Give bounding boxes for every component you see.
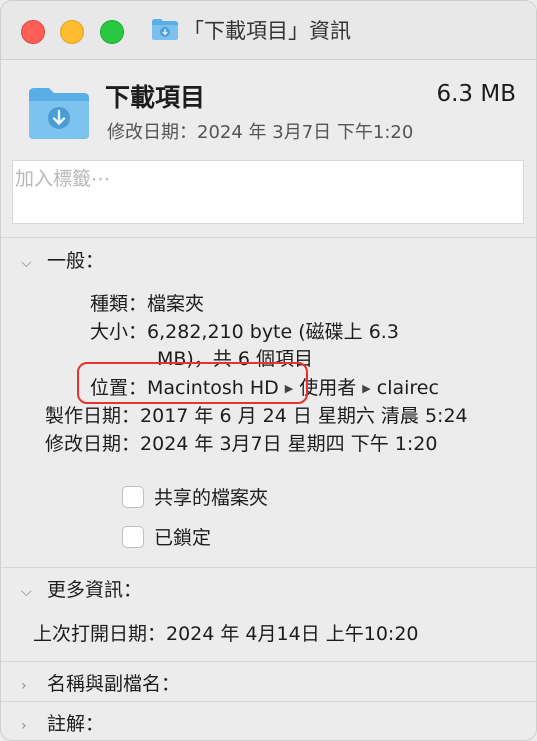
info-window: 「下載項目」資訊 下載項目 6.3 MB 修改日期：2024 年 3月7日 下午… bbox=[0, 0, 537, 741]
item-modified-date: 修改日期：2024 年 3月7日 下午1:20 bbox=[107, 122, 414, 143]
downloads-folder-icon bbox=[152, 19, 178, 40]
chevron-down-icon: ⌵ bbox=[21, 255, 32, 271]
locked-label: 已鎖定 bbox=[154, 527, 212, 549]
general-section-toggle[interactable]: ⌵ 一般： bbox=[21, 246, 104, 273]
kind-value: 檔案夾 bbox=[147, 293, 205, 315]
locked-checkbox[interactable] bbox=[122, 525, 144, 548]
modified-row: 修改日期：2024 年 3月7日 星期四 下午 1:20 bbox=[45, 429, 437, 456]
window-title: 「下載項目」資訊 bbox=[183, 19, 351, 43]
section-divider bbox=[1, 701, 536, 702]
kind-label: 種類： bbox=[90, 293, 148, 315]
modified-label: 修改日期： bbox=[45, 433, 141, 455]
downloads-folder-large-icon bbox=[29, 88, 89, 139]
section-divider bbox=[1, 661, 536, 662]
last-opened-row: 上次打開日期：2024 年 4月14日 上午10:20 bbox=[33, 623, 419, 645]
item-name: 下載項目 bbox=[105, 83, 206, 112]
chevron-right-icon: › bbox=[21, 678, 27, 694]
size-label: 大小： bbox=[90, 321, 148, 343]
more-info-section-toggle[interactable]: ⌵ 更多資訊： bbox=[21, 575, 142, 602]
tags-input[interactable]: 加入標籤⋯ bbox=[12, 160, 524, 224]
kind-row: 種類：檔案夾 bbox=[90, 289, 204, 316]
chevron-right-icon: › bbox=[21, 718, 27, 734]
path-arrow-icon: ▶ bbox=[362, 382, 371, 395]
locked-option[interactable]: 已鎖定 bbox=[122, 523, 211, 550]
title-bar: 「下載項目」資訊 bbox=[1, 1, 536, 60]
location-highlight bbox=[77, 362, 308, 404]
close-button[interactable] bbox=[21, 20, 45, 44]
size-row: 大小：6,282,210 byte (磁碟上 6.3 bbox=[90, 317, 399, 344]
minimize-button[interactable] bbox=[60, 20, 84, 44]
name-extension-heading: 名稱與副檔名： bbox=[47, 673, 181, 695]
item-size: 6.3 MB bbox=[436, 81, 516, 107]
comments-section-toggle[interactable]: › 註解： bbox=[21, 709, 104, 736]
shared-folder-checkbox[interactable] bbox=[122, 485, 144, 508]
path-item-home[interactable]: clairec bbox=[377, 377, 439, 399]
shared-folder-option[interactable]: 共享的檔案夾 bbox=[122, 483, 268, 510]
created-row: 製作日期：2017 年 6 月 24 日 星期六 清晨 5:24 bbox=[45, 401, 468, 428]
chevron-down-icon: ⌵ bbox=[21, 584, 32, 600]
section-divider bbox=[1, 237, 536, 238]
zoom-button[interactable] bbox=[100, 20, 124, 44]
created-value: 2017 年 6 月 24 日 星期六 清晨 5:24 bbox=[140, 405, 468, 427]
section-divider bbox=[1, 567, 536, 568]
size-value: 6,282,210 byte (磁碟上 6.3 bbox=[147, 321, 399, 343]
name-extension-section-toggle[interactable]: › 名稱與副檔名： bbox=[21, 669, 180, 696]
comments-heading: 註解： bbox=[47, 713, 105, 735]
modified-value: 2024 年 3月7日 星期四 下午 1:20 bbox=[140, 433, 438, 455]
shared-folder-label: 共享的檔案夾 bbox=[154, 487, 269, 509]
general-heading: 一般： bbox=[47, 250, 105, 272]
more-info-heading: 更多資訊： bbox=[47, 579, 143, 601]
created-label: 製作日期： bbox=[45, 405, 141, 427]
